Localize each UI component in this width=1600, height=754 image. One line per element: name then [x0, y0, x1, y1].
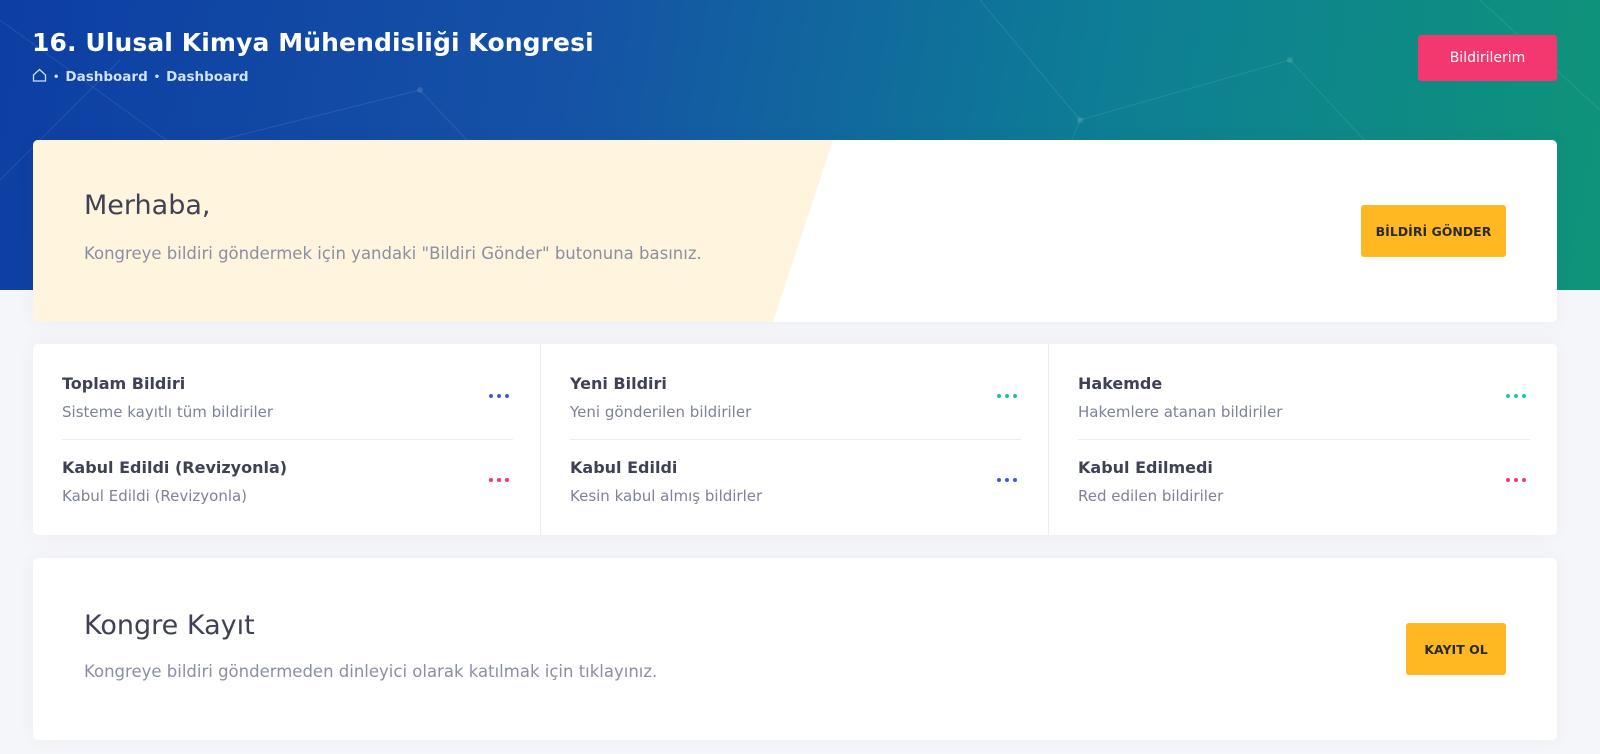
- more-dots-icon[interactable]: [993, 384, 1021, 408]
- stat-new-submissions[interactable]: Yeni Bildiri Yeni gönderilen bildiriler: [570, 356, 1021, 440]
- stat-title: Toplam Bildiri: [62, 374, 186, 393]
- welcome-tint-background: [33, 140, 833, 322]
- stat-accepted[interactable]: Kabul Edildi Kesin kabul almış bildirler: [570, 440, 1021, 524]
- stats-column: Hakemde Hakemlere atanan bildiriler Kabu…: [1049, 344, 1557, 535]
- stat-subtitle: Hakemlere atanan bildiriler: [1078, 403, 1283, 421]
- stats-card: Toplam Bildiri Sisteme kayıtlı tüm bildi…: [33, 344, 1557, 535]
- stat-subtitle: Sisteme kayıtlı tüm bildiriler: [62, 403, 274, 421]
- home-icon[interactable]: [32, 68, 47, 86]
- more-dots-icon[interactable]: [993, 468, 1021, 492]
- stats-column: Yeni Bildiri Yeni gönderilen bildiriler …: [541, 344, 1049, 535]
- my-submissions-button[interactable]: Bildirilerim: [1418, 35, 1557, 81]
- breadcrumb-separator: •: [53, 71, 60, 83]
- stat-subtitle: Kesin kabul almış bildirler: [570, 487, 763, 505]
- breadcrumb-separator: •: [153, 71, 161, 83]
- stat-rejected[interactable]: Kabul Edilmedi Red edilen bildiriler: [1078, 440, 1530, 524]
- stat-title: Hakemde: [1078, 374, 1163, 393]
- stat-accepted-with-revision[interactable]: Kabul Edildi (Revizyonla) Kabul Edildi (…: [62, 440, 513, 524]
- stat-title: Yeni Bildiri: [570, 374, 667, 393]
- stat-title: Kabul Edildi (Revizyonla): [62, 458, 288, 477]
- more-dots-icon[interactable]: [485, 384, 513, 408]
- page-title: 16. Ulusal Kimya Mühendisliği Kongresi: [32, 28, 594, 57]
- stat-title: Kabul Edilmedi: [1078, 458, 1213, 477]
- stat-subtitle: Yeni gönderilen bildiriler: [570, 403, 752, 421]
- stat-title: Kabul Edildi: [570, 458, 678, 477]
- welcome-title: Merhaba,: [84, 190, 211, 221]
- registration-title: Kongre Kayıt: [84, 610, 255, 641]
- stats-column: Toplam Bildiri Sisteme kayıtlı tüm bildi…: [33, 344, 541, 535]
- register-button[interactable]: KAYIT OL: [1406, 623, 1506, 675]
- breadcrumb-item-dashboard-current[interactable]: Dashboard: [166, 69, 248, 85]
- stat-subtitle: Kabul Edildi (Revizyonla): [62, 487, 248, 505]
- breadcrumb: • Dashboard • Dashboard: [32, 68, 249, 86]
- welcome-card: Merhaba, Kongreye bildiri göndermek için…: [33, 140, 1557, 322]
- stat-subtitle: Red edilen bildiriler: [1078, 487, 1224, 505]
- more-dots-icon[interactable]: [485, 468, 513, 492]
- submit-paper-button[interactable]: BİLDİRİ GÖNDER: [1361, 205, 1506, 257]
- registration-text: Kongreye bildiri göndermeden dinleyici o…: [84, 662, 658, 681]
- registration-card: Kongre Kayıt Kongreye bildiri göndermede…: [33, 558, 1557, 740]
- more-dots-icon[interactable]: [1502, 384, 1530, 408]
- stat-in-review[interactable]: Hakemde Hakemlere atanan bildiriler: [1078, 356, 1530, 440]
- welcome-text: Kongreye bildiri göndermek için yandaki …: [84, 244, 702, 263]
- breadcrumb-item-dashboard[interactable]: Dashboard: [65, 69, 147, 85]
- stat-total-submissions[interactable]: Toplam Bildiri Sisteme kayıtlı tüm bildi…: [62, 356, 513, 440]
- more-dots-icon[interactable]: [1502, 468, 1530, 492]
